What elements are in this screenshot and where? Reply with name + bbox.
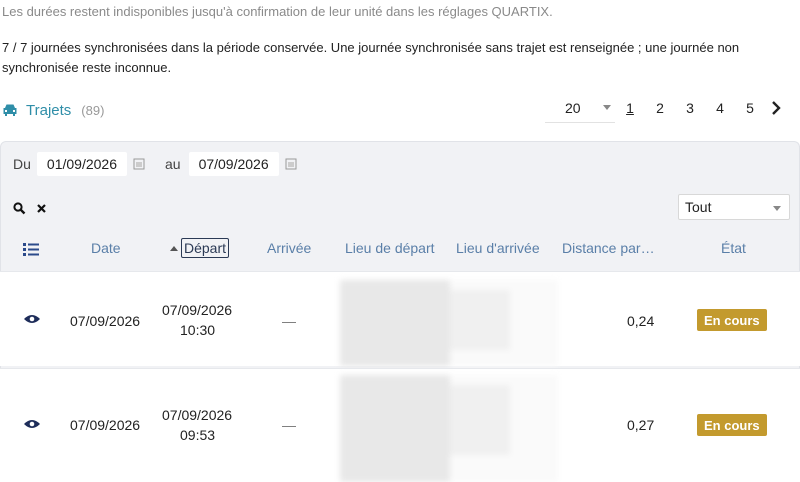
date-range-filter: Du 01/09/2026 au 07/09/2026 xyxy=(13,152,297,176)
to-date-input[interactable]: 07/09/2026 xyxy=(188,152,279,176)
row-departure-date: 07/09/2026 xyxy=(162,407,233,423)
column-header-departure[interactable]: Départ xyxy=(170,238,230,258)
row-arrival: — xyxy=(282,417,296,433)
column-list-icon[interactable] xyxy=(23,243,39,256)
column-header-distance[interactable]: Distance par… xyxy=(562,240,655,256)
page-link-2[interactable]: 2 xyxy=(645,100,675,116)
pagination: 20 1 2 3 4 5 xyxy=(545,92,787,124)
durations-unavailable-note: Les durées restent indisponibles jusqu'à… xyxy=(2,4,553,19)
row-departure-time: 10:30 xyxy=(180,322,216,338)
column-header-departure-label: Départ xyxy=(181,238,230,258)
clear-filter-icon[interactable] xyxy=(36,203,47,214)
calendar-icon[interactable] xyxy=(285,158,297,170)
page-link-4[interactable]: 4 xyxy=(705,100,735,116)
from-date-input[interactable]: 01/09/2026 xyxy=(36,152,127,176)
row-departure-time: 09:53 xyxy=(180,427,216,443)
chevron-down-icon xyxy=(773,206,781,211)
trips-title: Trajets xyxy=(26,101,72,119)
trips-count: (89) xyxy=(81,102,105,118)
row-date: 07/09/2026 xyxy=(70,417,141,433)
page-size-value: 20 xyxy=(565,99,581,116)
calendar-icon[interactable] xyxy=(133,158,145,170)
status-badge: En cours xyxy=(697,309,767,331)
redacted-places xyxy=(340,280,558,366)
page-size-select[interactable]: 20 xyxy=(545,93,615,123)
eye-icon[interactable] xyxy=(23,418,41,430)
redacted-places xyxy=(340,375,558,482)
sort-ascending-icon xyxy=(170,246,178,251)
eye-icon[interactable] xyxy=(23,313,41,325)
status-badge: En cours xyxy=(697,414,767,436)
column-header-arrival-place[interactable]: Lieu d'arrivée xyxy=(456,240,540,256)
to-label: au xyxy=(164,156,181,172)
column-header-state[interactable]: État xyxy=(721,240,746,256)
car-icon xyxy=(3,104,17,116)
chevron-right-icon xyxy=(772,101,781,115)
column-header-arrival[interactable]: Arrivée xyxy=(267,240,311,256)
trips-header: Trajets (89) xyxy=(2,98,104,122)
page-link-5[interactable]: 5 xyxy=(735,100,765,116)
row-distance: 0,24 xyxy=(627,313,655,329)
row-distance: 0,27 xyxy=(627,417,655,433)
column-header-date[interactable]: Date xyxy=(91,240,121,256)
sync-status-note: 7 / 7 journées synchronisées dans la pér… xyxy=(2,40,740,75)
row-arrival: — xyxy=(282,313,296,329)
table-tools xyxy=(13,202,47,215)
next-page-button[interactable] xyxy=(765,99,787,117)
status-filter-select[interactable]: Tout xyxy=(678,194,790,220)
chevron-down-icon xyxy=(603,105,611,110)
table-row[interactable]: 07/09/2026 07/09/2026 09:53 — 0,27 En co… xyxy=(0,368,800,482)
table-row[interactable]: 07/09/2026 07/09/2026 10:30 — 0,24 En co… xyxy=(0,271,800,366)
page-link-3[interactable]: 3 xyxy=(675,100,705,116)
page-link-1[interactable]: 1 xyxy=(615,100,645,116)
row-date: 07/09/2026 xyxy=(70,313,141,329)
from-label: Du xyxy=(13,156,31,172)
search-icon[interactable] xyxy=(13,202,26,215)
column-header-departure-place[interactable]: Lieu de départ xyxy=(345,240,435,256)
status-filter-value: Tout xyxy=(685,199,712,215)
row-departure-date: 07/09/2026 xyxy=(162,302,233,318)
